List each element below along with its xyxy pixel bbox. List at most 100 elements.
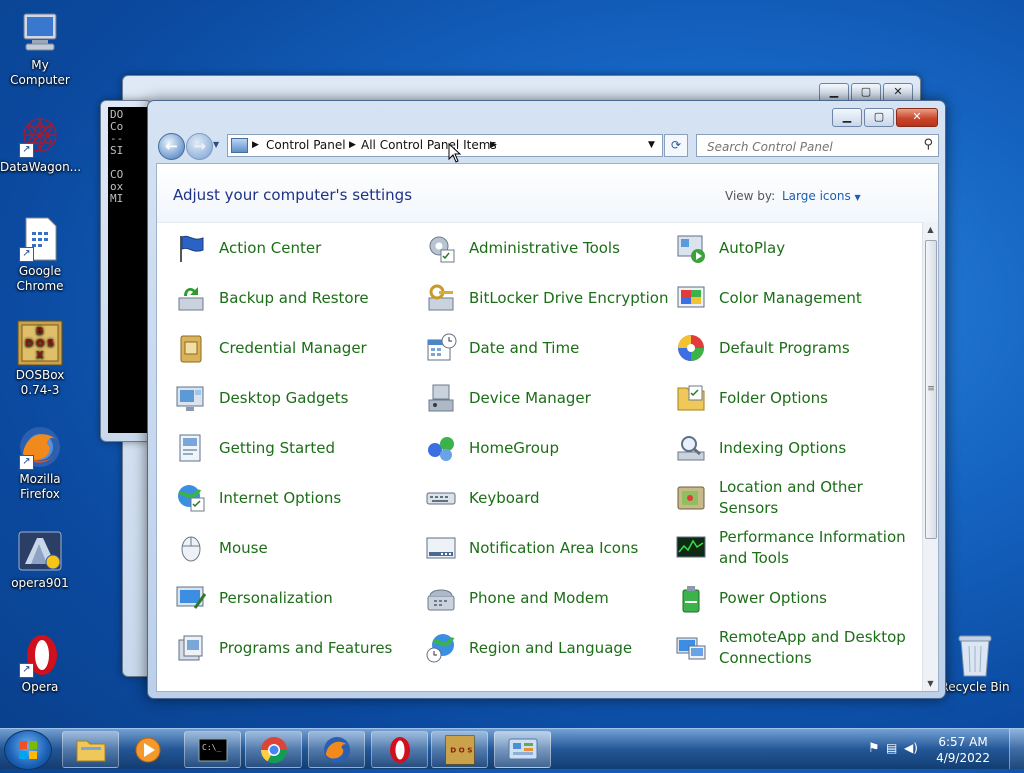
address-dropdown-icon[interactable]: ▼ [648,135,655,156]
remoteapp-icon [674,631,708,665]
control-panel-item[interactable]: Action Center [174,227,419,269]
control-panel-item[interactable]: Credential Manager [174,327,419,369]
control-panel-item[interactable]: Backup and Restore [174,277,419,319]
network-icon[interactable]: ▤ [886,741,897,755]
control-panel-item[interactable]: Power Options [674,577,919,619]
desktop-icon-label: Recycle Bin [940,680,1010,694]
desktop-icon-mozilla-firefox[interactable]: ↗ Mozilla Firefox [0,424,80,502]
control-panel-item-label: Mouse [219,538,268,557]
control-panel-item-label: Administrative Tools [469,238,620,257]
control-panel-item[interactable]: Notification Area Icons [424,527,669,569]
breadcrumb-separator-icon[interactable]: ▶ [252,135,259,156]
scroll-down-button[interactable]: ▼ [923,676,938,691]
control-panel-window[interactable]: ▁ ▢ ✕ ← → ▼ ▶ Control Panel ▶ All Contro… [147,100,946,699]
taskbar-command-prompt[interactable]: C:\_ [184,731,241,768]
vertical-scrollbar[interactable]: ▲ ≡ ▼ [922,222,938,691]
color-management-icon [674,281,708,315]
svg-text:S: S [47,338,54,349]
windows-logo-icon [19,741,37,759]
control-panel-item[interactable]: Programs and Features [174,627,419,669]
action-center-flag-icon[interactable]: ⚑ [868,741,880,756]
view-by-label: View by: [725,189,776,203]
gadgets-icon [174,381,208,415]
control-panel-item[interactable]: BitLocker Drive Encryption [424,277,669,319]
desktop-icon-opera901[interactable]: opera901 [0,528,80,591]
folder-icon [76,740,105,761]
refresh-button[interactable]: ⟳ [664,134,688,157]
show-desktop-button[interactable] [1009,729,1024,769]
bitlocker-icon [424,281,458,315]
control-panel-item[interactable]: Keyboard [424,477,669,519]
control-panel-item[interactable]: Date and Time [424,327,669,369]
taskbar-control-panel[interactable] [494,731,551,768]
desktop-icon-label: DOSBox 0.74-3 [15,368,65,397]
search-box[interactable]: ⚲ [696,134,939,157]
taskbar-opera[interactable] [371,731,428,768]
control-panel-item-label: HomeGroup [469,438,559,457]
minimize-button[interactable]: ▁ [832,108,862,127]
control-panel-item[interactable]: Internet Options [174,477,419,519]
clock[interactable]: 6:57 AM 4/9/2022 [936,734,990,766]
desktop-icon-google-chrome[interactable]: ↗ Google Chrome [0,216,80,294]
control-panel-item[interactable]: Getting Started [174,427,419,469]
address-bar[interactable]: ▶ Control Panel ▶ All Control Panel Item… [227,134,663,157]
desktop-icon-my-computer[interactable]: My Computer [0,10,80,88]
device-manager-icon [424,381,458,415]
taskbar-firefox[interactable] [308,731,365,768]
control-panel-item[interactable]: Folder Options [674,377,919,419]
forward-button[interactable]: → [186,133,213,160]
taskbar-media-player[interactable] [122,731,174,768]
desktop-icon-opera[interactable]: ↗ Opera [0,632,80,695]
taskbar-dosbox[interactable]: D O S [431,731,488,768]
control-panel-item[interactable]: Color Management [674,277,919,319]
control-panel-item[interactable]: Performance Information and Tools [674,527,919,569]
search-icon[interactable]: ⚲ [923,137,933,152]
keyboard-icon [424,481,458,515]
control-panel-item[interactable]: RemoteApp and Desktop Connections [674,627,919,669]
view-by-dropdown[interactable]: Large icons ▼ [782,189,861,203]
control-panel-item[interactable]: Default Programs [674,327,919,369]
taskbar-explorer[interactable] [62,731,119,768]
control-panel-item[interactable]: Administrative Tools [424,227,669,269]
firefox-icon [323,736,350,763]
control-panel-small-icon [231,138,248,153]
control-panel-item[interactable]: Device Manager [424,377,669,419]
start-button[interactable] [4,730,52,770]
opera-icon [389,736,410,763]
desktop-icon-dosbox[interactable]: BDOSX DOSBox 0.74-3 [0,320,80,398]
scroll-up-button[interactable]: ▲ [923,222,938,237]
breadcrumb-control-panel[interactable]: Control Panel [266,135,346,156]
desktop-icon-datawagon[interactable]: ↗ DataWagon... [0,112,81,175]
search-input[interactable] [705,136,919,157]
autoplay-icon [674,231,708,265]
control-panel-item[interactable]: Phone and Modem [424,577,669,619]
console-window[interactable]: DO Co -- SI CO ox MI [100,100,152,442]
control-panel-item[interactable]: Desktop Gadgets [174,377,419,419]
taskbar-chrome[interactable] [245,731,302,768]
back-button[interactable]: ← [158,133,185,160]
control-panel-item-label: Personalization [219,588,333,607]
control-panel-item[interactable]: AutoPlay [674,227,919,269]
control-panel-item-label: Programs and Features [219,638,393,657]
content-header: Adjust your computer's settings View by:… [157,164,938,223]
folder-options-icon [674,381,708,415]
control-panel-item[interactable]: Personalization [174,577,419,619]
control-panel-item[interactable]: HomeGroup [424,427,669,469]
breadcrumb-separator-icon[interactable]: ▶ [490,135,497,156]
chrome-icon [260,736,287,763]
desktop-icon-label: Mozilla Firefox [19,472,61,501]
control-panel-item[interactable]: Location and Other Sensors [674,477,919,519]
close-button[interactable]: ✕ [896,108,938,127]
volume-icon[interactable]: ◀) [904,741,918,755]
control-panel-item[interactable]: Mouse [174,527,419,569]
recent-pages-dropdown[interactable]: ▼ [213,140,219,149]
maximize-button[interactable]: ▢ [864,108,894,127]
desktop-icon-recycle-bin[interactable]: Recycle Bin [935,632,1015,695]
dosbox-icon: BDOSX [17,320,63,366]
control-panel-item[interactable]: Indexing Options [674,427,919,469]
breadcrumb-separator-icon[interactable]: ▶ [349,135,356,156]
backup-icon [174,281,208,315]
breadcrumb-all-control-panel-items[interactable]: All Control Panel Items [361,135,497,156]
scroll-thumb[interactable]: ≡ [925,240,937,539]
control-panel-item[interactable]: Region and Language [424,627,669,669]
